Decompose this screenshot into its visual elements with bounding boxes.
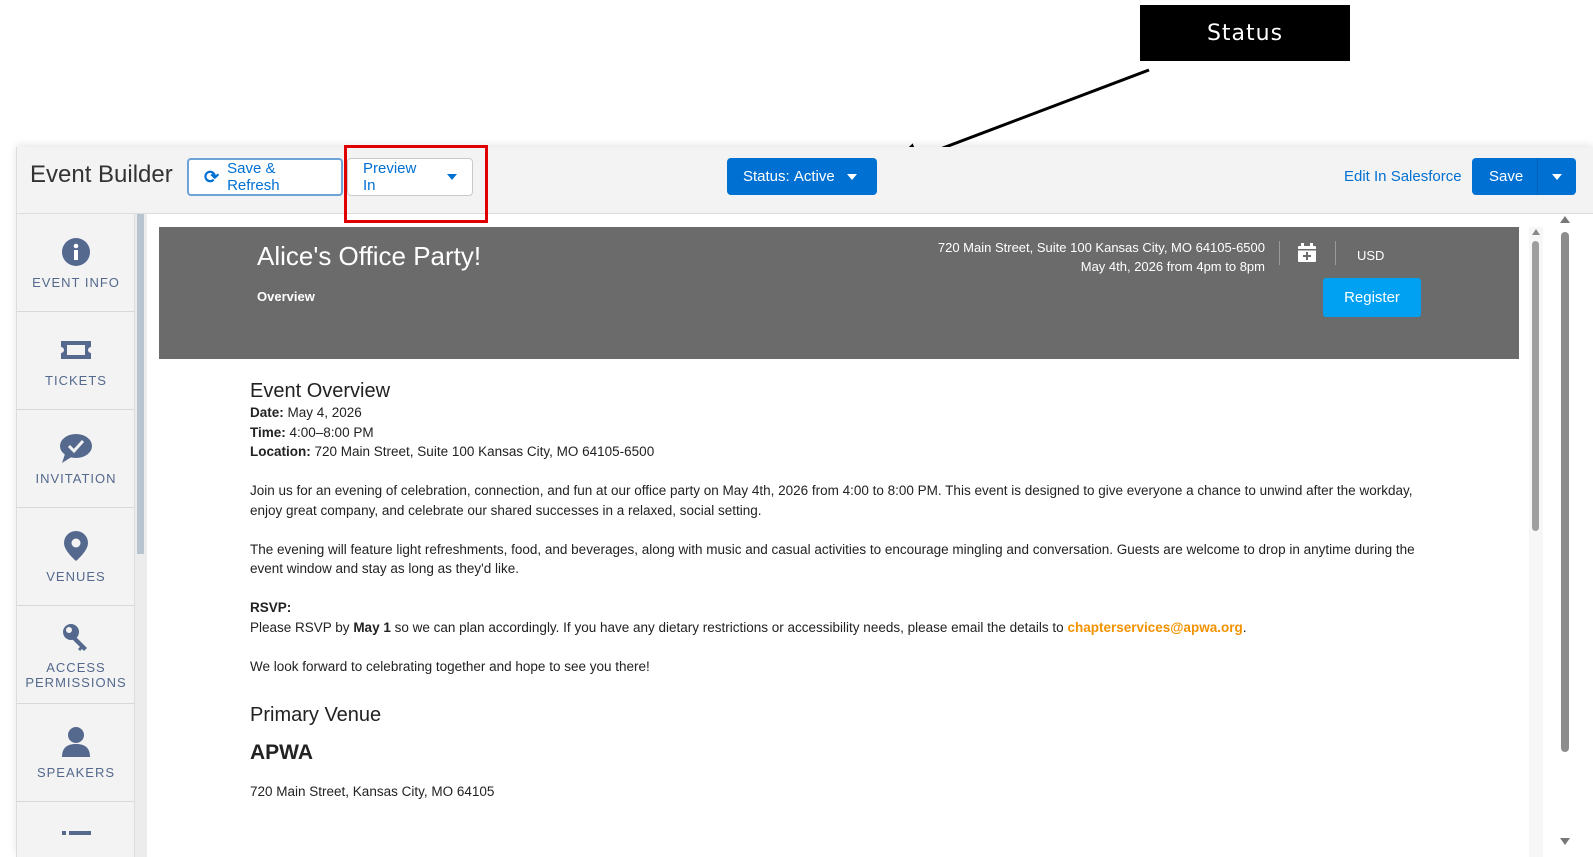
- sidebar-item-access-permissions[interactable]: ACCESS PERMISSIONS: [17, 606, 135, 704]
- location-value: 720 Main Street, Suite 100 Kansas City, …: [310, 444, 655, 459]
- description-paragraph-1: Join us for an evening of celebration, c…: [250, 483, 1413, 518]
- overview-time: Time: 4:00–8:00 PM: [250, 423, 1430, 443]
- preview-in-dropdown[interactable]: Preview In: [347, 158, 473, 196]
- sidebar: EVENT INFO TICKETS INVITATION VENUES ACC…: [17, 214, 135, 857]
- divider: [1279, 241, 1280, 265]
- divider: [1335, 241, 1336, 265]
- preview-scrollbar[interactable]: [1529, 227, 1543, 857]
- sidebar-item-more[interactable]: [17, 802, 135, 857]
- sidebar-item-label: VENUES: [46, 569, 106, 584]
- scroll-up-arrow-icon[interactable]: [1560, 216, 1570, 223]
- description-paragraph-2: The evening will feature light refreshme…: [250, 541, 1415, 577]
- sidebar-scrollbar[interactable]: [135, 214, 147, 857]
- location-label: Location:: [250, 444, 311, 459]
- register-button[interactable]: Register: [1323, 278, 1421, 317]
- sidebar-item-event-info[interactable]: EVENT INFO: [17, 214, 135, 312]
- sidebar-item-venues[interactable]: VENUES: [17, 508, 135, 606]
- scrollbar-thumb[interactable]: [1561, 232, 1569, 752]
- rsvp-text-start: Please RSVP by: [250, 619, 354, 635]
- chat-bubble-icon: [59, 431, 93, 465]
- status-callout-label: Status: [1140, 5, 1350, 61]
- date-value: May 4, 2026: [283, 405, 362, 420]
- venue-address: 720 Main Street, Kansas City, MO 64105: [250, 784, 495, 799]
- preview-in-label: Preview In: [363, 160, 417, 194]
- event-preview-frame: Alice's Office Party! Overview 720 Main …: [159, 227, 1519, 857]
- rsvp-text-middle: so we can plan accordingly. If you have …: [390, 619, 1068, 635]
- list-icon: [59, 826, 93, 851]
- sidebar-item-tickets[interactable]: TICKETS: [17, 312, 135, 410]
- ticket-icon: [59, 333, 93, 367]
- sidebar-item-label: INVITATION: [35, 471, 117, 486]
- overview-location: Location: 720 Main Street, Suite 100 Kan…: [250, 442, 1430, 462]
- event-overview-section: Event Overview Date: May 4, 2026 Time: 4…: [250, 379, 1430, 802]
- page-scrollbar[interactable]: [1558, 212, 1572, 857]
- top-toolbar: Event Builder ⟳ Save & Refresh Preview I…: [17, 147, 1593, 214]
- status-value: Active: [793, 168, 835, 185]
- overview-heading: Event Overview: [250, 380, 391, 402]
- save-options-dropdown[interactable]: [1537, 158, 1576, 195]
- event-address: 720 Main Street, Suite 100 Kansas City, …: [937, 240, 1265, 255]
- event-date: May 4th, 2026 from 4pm to 8pm: [1080, 259, 1265, 274]
- scroll-down-arrow-icon[interactable]: [1560, 838, 1570, 845]
- chevron-down-icon: [447, 174, 457, 180]
- refresh-icon: ⟳: [204, 166, 220, 187]
- rsvp-text-end: .: [1242, 619, 1247, 635]
- nav-overview-link[interactable]: Overview: [257, 289, 315, 304]
- status-dropdown[interactable]: Status: Active: [727, 158, 877, 195]
- currency-label: USD: [1357, 248, 1385, 263]
- time-value: 4:00–8:00 PM: [285, 424, 374, 440]
- scrollbar-thumb[interactable]: [137, 214, 144, 554]
- info-icon: [59, 235, 93, 269]
- save-refresh-button[interactable]: ⟳ Save & Refresh: [187, 158, 343, 196]
- app-title: Event Builder: [30, 161, 173, 188]
- save-split-button: Save: [1472, 158, 1576, 195]
- scroll-up-arrow-icon[interactable]: [1532, 229, 1540, 235]
- rsvp-heading: RSVP:: [250, 600, 292, 615]
- edit-in-salesforce-link[interactable]: Edit In Salesforce: [1344, 168, 1462, 185]
- chevron-down-icon: [846, 173, 857, 180]
- chevron-down-icon: [1552, 173, 1562, 180]
- event-location-date: 720 Main Street, Suite 100 Kansas City, …: [938, 238, 1265, 276]
- map-pin-icon: [59, 529, 93, 563]
- contact-email-link[interactable]: chapterservices@apwa.org: [1067, 620, 1242, 635]
- sidebar-item-label: ACCESS PERMISSIONS: [25, 659, 127, 690]
- sidebar-item-label: SPEAKERS: [36, 765, 116, 780]
- event-header-banner: Alice's Office Party! Overview 720 Main …: [159, 227, 1519, 359]
- scrollbar-thumb[interactable]: [1532, 241, 1539, 531]
- key-icon: [59, 620, 93, 654]
- rsvp-text: Please RSVP by May 1 so we can plan acco…: [250, 618, 1430, 638]
- venue-heading: Primary Venue: [250, 704, 382, 726]
- sidebar-item-speakers[interactable]: SPEAKERS: [17, 704, 135, 802]
- save-refresh-label: Save & Refresh: [227, 160, 280, 194]
- sidebar-item-label: TICKETS: [45, 373, 107, 388]
- rsvp-label: RSVP:: [250, 598, 1430, 618]
- rsvp-deadline: May 1: [353, 619, 391, 635]
- add-to-calendar-icon[interactable]: [1297, 243, 1317, 263]
- closing-paragraph: We look forward to celebrating together …: [250, 658, 650, 674]
- event-title: Alice's Office Party!: [257, 241, 482, 271]
- venue-name: APWA: [250, 741, 313, 764]
- event-builder-window: Event Builder ⟳ Save & Refresh Preview I…: [16, 147, 1593, 857]
- sidebar-item-invitation[interactable]: INVITATION: [17, 410, 135, 508]
- sidebar-item-label: EVENT INFO: [32, 275, 120, 290]
- status-label: Status:: [743, 168, 790, 185]
- person-icon: [59, 725, 93, 759]
- overview-date: Date: May 4, 2026: [250, 403, 1430, 423]
- time-label: Time:: [250, 424, 286, 440]
- save-button[interactable]: Save: [1472, 168, 1537, 185]
- date-label: Date:: [250, 405, 284, 420]
